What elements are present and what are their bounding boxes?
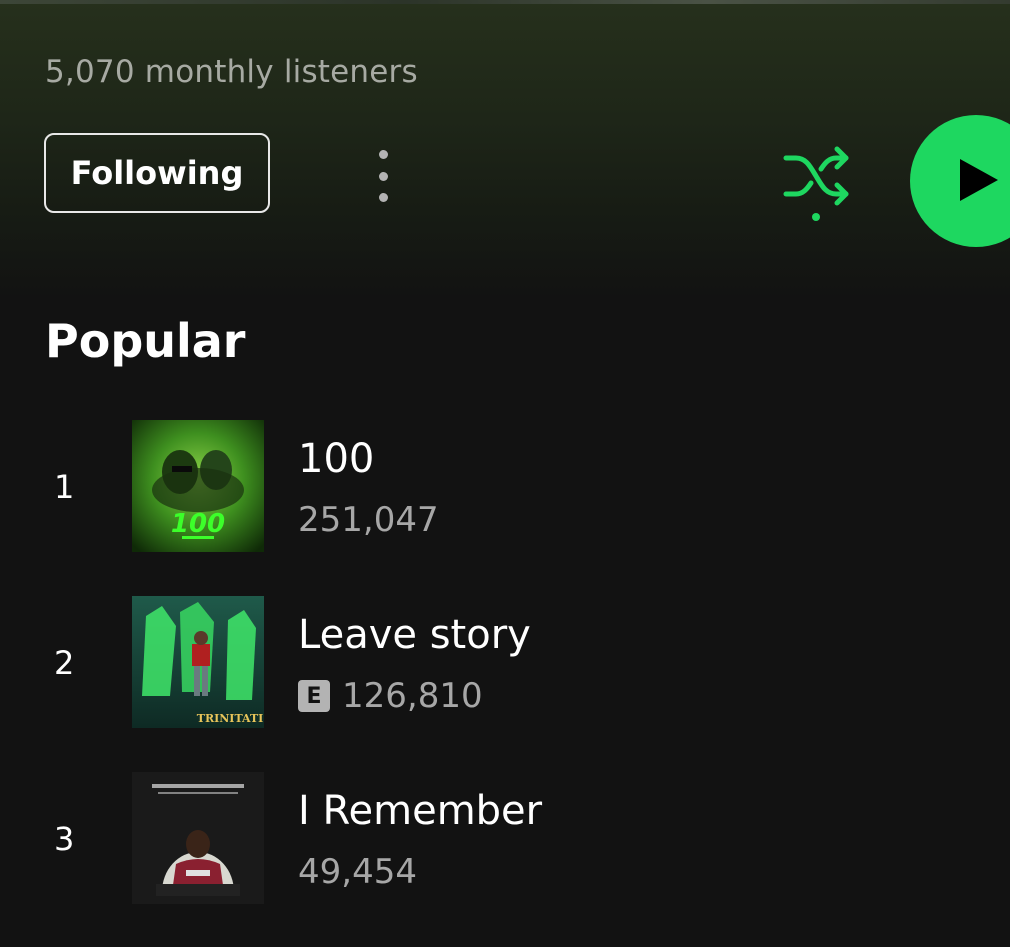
svg-text:100: 100 bbox=[171, 509, 225, 539]
more-dot bbox=[379, 172, 388, 181]
track-meta: 49,454 bbox=[298, 852, 417, 892]
following-button[interactable]: Following bbox=[44, 133, 270, 213]
more-dot bbox=[379, 193, 388, 202]
track-number: 2 bbox=[54, 644, 75, 682]
album-cover: TRINITATIS bbox=[132, 596, 264, 728]
track-number: 3 bbox=[54, 820, 75, 858]
track-title: I Remember bbox=[298, 788, 543, 834]
album-cover bbox=[132, 772, 264, 904]
album-cover: 100 bbox=[132, 420, 264, 552]
section-title: Popular bbox=[45, 314, 246, 368]
play-icon bbox=[960, 159, 998, 201]
more-options-button[interactable] bbox=[362, 144, 406, 208]
shuffle-icon bbox=[783, 146, 849, 221]
more-vertical-icon bbox=[379, 150, 388, 159]
svg-text:TRINITATIS: TRINITATIS bbox=[197, 712, 264, 725]
play-count: 49,454 bbox=[298, 852, 417, 892]
track-title: Leave story bbox=[298, 612, 531, 658]
play-count: 126,810 bbox=[342, 676, 483, 716]
track-row[interactable]: 3 I Remember 49,454 bbox=[0, 772, 1010, 906]
track-title: 100 bbox=[298, 436, 375, 482]
track-row[interactable]: 2 TRINITATIS Leave story E 126,810 bbox=[0, 596, 1010, 730]
track-number: 1 bbox=[54, 468, 75, 506]
explicit-badge: E bbox=[298, 680, 330, 712]
play-count: 251,047 bbox=[298, 500, 439, 540]
header-image-edge bbox=[0, 0, 1010, 4]
shuffle-button[interactable] bbox=[780, 146, 852, 226]
track-meta: E 126,810 bbox=[298, 676, 483, 716]
monthly-listeners: 5,070 monthly listeners bbox=[45, 54, 418, 90]
track-meta: 251,047 bbox=[298, 500, 439, 540]
track-row[interactable]: 1 100 100 251,047 bbox=[0, 420, 1010, 554]
